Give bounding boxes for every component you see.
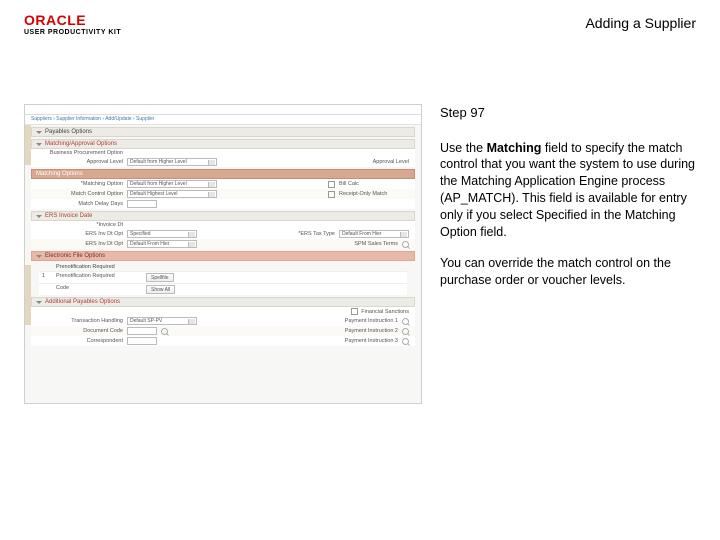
- lookup-icon[interactable]: [161, 328, 168, 335]
- oracle-logo: ORACLE USER PRODUCTIVITY KIT: [24, 12, 121, 36]
- ers-tax-type-select[interactable]: Default From Hier: [339, 230, 409, 238]
- chevron-down-icon: [36, 143, 42, 146]
- lookup-icon[interactable]: [402, 338, 409, 345]
- approval-level-select[interactable]: Default from Higher Level: [127, 158, 217, 166]
- txn-handling-select[interactable]: Default SP-PV: [127, 317, 197, 325]
- product-line: USER PRODUCTIVITY KIT: [24, 29, 121, 36]
- section-ers-invoice: ERS Invoice Date: [45, 213, 92, 219]
- section-matching-options: Matching Options: [36, 171, 83, 177]
- matching-option-select[interactable]: Default from Higher Level: [127, 180, 217, 188]
- chevron-down-icon: [36, 301, 42, 304]
- lookup-icon[interactable]: [402, 318, 409, 325]
- section-ebiz: Electronic File Options: [45, 253, 105, 259]
- financial-sanctions-checkbox[interactable]: [351, 308, 358, 315]
- chevron-down-icon: [36, 215, 42, 218]
- step-label: Step 97: [440, 104, 696, 122]
- instruction-panel: Step 97 Use the Matching field to specif…: [440, 104, 696, 516]
- receipt-only-checkbox[interactable]: [328, 191, 335, 198]
- match-control-select[interactable]: Default Highest Level: [127, 190, 217, 198]
- ers-invdt-select[interactable]: Specified: [127, 230, 197, 238]
- correspondent-input[interactable]: [127, 337, 157, 345]
- bill-calc-checkbox[interactable]: [328, 181, 335, 188]
- section-payables: Payables Options: [45, 129, 92, 135]
- section-additional: Additional Payables Options: [45, 299, 120, 305]
- breadcrumb: Suppliers › Supplier Information › Add/U…: [25, 115, 421, 125]
- doc-code-input[interactable]: [127, 327, 157, 335]
- lookup-icon[interactable]: [402, 241, 409, 248]
- brand-text: ORACLE: [24, 12, 86, 28]
- instruction-paragraph-2: You can override the match control on th…: [440, 255, 696, 289]
- page-title: Adding a Supplier: [585, 15, 696, 31]
- embedded-screenshot: Suppliers › Supplier Information › Add/U…: [24, 104, 422, 404]
- chevron-down-icon: [36, 131, 42, 134]
- match-delay-days-input[interactable]: [127, 200, 157, 208]
- chevron-down-icon: [36, 255, 42, 258]
- spellfile-button[interactable]: Spellfile: [146, 273, 174, 282]
- instruction-paragraph-1: Use the Matching field to specify the ma…: [440, 140, 696, 241]
- lookup-icon[interactable]: [402, 328, 409, 335]
- section-match-approve: Matching/Approval Options: [45, 141, 117, 147]
- show-all-button[interactable]: Show All: [146, 285, 175, 294]
- ers-invdt-select-2[interactable]: Default From Hier: [127, 240, 197, 248]
